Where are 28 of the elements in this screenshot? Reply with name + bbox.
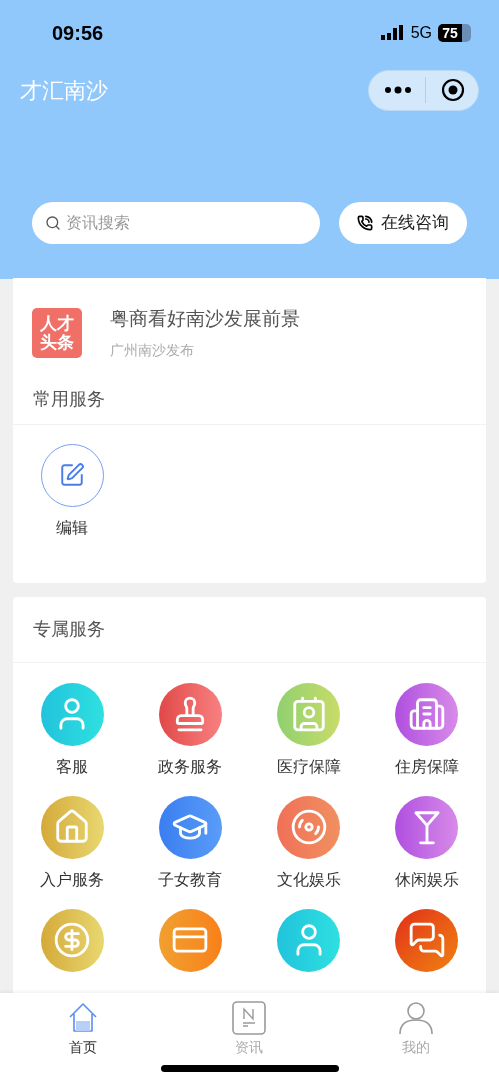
headline-title[interactable]: 粤商看好南沙发展前景 <box>110 305 300 334</box>
tab-item[interactable]: 首页 <box>0 1001 167 1058</box>
service-label[interactable]: 客服 <box>56 755 89 778</box>
newspaper-icon <box>232 1001 267 1035</box>
service-label[interactable]: 政务服务 <box>158 755 223 778</box>
service-label[interactable]: 休闲娱乐 <box>394 868 459 891</box>
app-title: 才汇南沙 <box>20 76 108 105</box>
more-icon[interactable] <box>385 86 411 94</box>
talent-news-logo: 人才 头条 <box>32 307 82 358</box>
close-mini-program-icon[interactable] <box>441 78 465 102</box>
online-consult-button[interactable]: 在线咨询 <box>339 202 467 244</box>
status-time: 09:56 <box>52 21 104 46</box>
section-title: 专属服务 <box>33 617 105 641</box>
phone-icon <box>357 215 373 231</box>
network-type: 5G <box>410 23 432 43</box>
service-label[interactable]: 医疗保障 <box>276 755 341 778</box>
headline-source: 广州南沙发布 <box>110 340 195 360</box>
service-label[interactable]: 子女教育 <box>158 868 223 891</box>
service-label[interactable]: 编辑 <box>56 516 89 539</box>
user-icon <box>398 1001 433 1035</box>
section-title: 常用服务 <box>33 387 105 411</box>
search-field[interactable]: 资讯搜索 <box>32 202 320 244</box>
service-label[interactable]: 入户服务 <box>40 868 105 891</box>
signal-icon <box>380 25 405 41</box>
search-icon <box>45 215 61 231</box>
battery-icon: 75 <box>438 24 471 42</box>
service-label[interactable]: 住房保障 <box>394 755 459 778</box>
service-label[interactable]: 文化娱乐 <box>276 868 341 891</box>
